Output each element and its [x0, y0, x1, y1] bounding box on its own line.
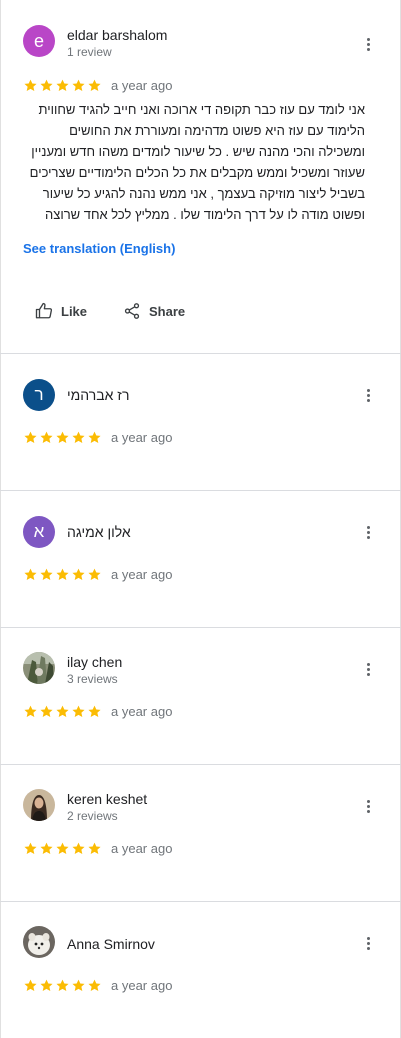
- star-icon: [56, 979, 69, 991]
- share-button[interactable]: Share: [123, 302, 185, 320]
- like-label: Like: [61, 303, 88, 319]
- star-icon: [56, 79, 69, 91]
- star-icon: [40, 568, 53, 580]
- review-text-line: בשביל ליצור מוזיקה בעצמך , אני ממש נהנה …: [42, 186, 365, 201]
- avatar-photo: [23, 926, 55, 958]
- avatar[interactable]: א: [23, 516, 55, 548]
- review-card: א אלון אמיגה a year ago: [0, 491, 401, 627]
- more-options-icon[interactable]: [358, 385, 378, 405]
- star-rating: [23, 841, 102, 856]
- more-options-icon[interactable]: [358, 659, 378, 679]
- review-time: a year ago: [111, 429, 173, 445]
- review-text-line: ופשוט מודה לו על דרך הלימוד שלו . ממליץ …: [45, 207, 365, 222]
- rating-row: a year ago: [23, 77, 172, 93]
- star-icon: [72, 79, 85, 91]
- review-text-line: שעוזר ומשכיל וממש מקבלים את כל הכלים הלי…: [29, 165, 365, 180]
- more-options-icon[interactable]: [358, 933, 378, 953]
- review-text-line: הלימוד עם עוז היא פשוט מדהימה ומעוררת את…: [69, 123, 365, 138]
- star-icon: [40, 979, 53, 991]
- more-options-icon[interactable]: [358, 522, 378, 542]
- star-icon: [56, 431, 69, 443]
- like-button[interactable]: Like: [35, 302, 87, 320]
- more-options-icon[interactable]: [358, 34, 378, 54]
- review-text: אני לומד עם עוז כבר תקופה די ארוכה ואני …: [23, 99, 365, 225]
- avatar-photo: [23, 652, 55, 684]
- thumbs-up-icon: [35, 302, 53, 319]
- star-icon: [40, 431, 53, 443]
- review-card: ilay chen 3 reviews a year ago: [0, 628, 401, 764]
- star-rating: [23, 567, 102, 582]
- reviewer-name[interactable]: אלון אמיגה: [67, 524, 131, 540]
- review-card: ר רז אברהמי a year ago: [0, 354, 401, 490]
- star-icon: [56, 842, 69, 854]
- star-icon: [72, 568, 85, 580]
- star-icon: [72, 842, 85, 854]
- avatar-photo: [23, 789, 55, 821]
- review-time: a year ago: [111, 977, 173, 993]
- avatar[interactable]: ר: [23, 379, 55, 411]
- rating-row: a year ago: [23, 840, 172, 856]
- avatar[interactable]: e: [23, 25, 55, 57]
- more-options-icon[interactable]: [358, 796, 378, 816]
- star-icon: [88, 705, 101, 717]
- review-count: 1 review: [67, 45, 112, 59]
- see-translation-link[interactable]: See translation (English): [23, 241, 175, 256]
- review-time: a year ago: [111, 840, 173, 856]
- star-icon: [88, 842, 101, 854]
- review-card: Anna Smirnov a year ago: [0, 902, 401, 1038]
- reviewer-name[interactable]: רז אברהמי: [67, 387, 130, 403]
- rating-row: a year ago: [23, 977, 172, 993]
- review-time: a year ago: [111, 566, 173, 582]
- star-icon: [24, 79, 37, 91]
- share-icon: [124, 303, 140, 319]
- review-time: a year ago: [111, 77, 173, 93]
- reviewer-name[interactable]: keren keshet: [67, 791, 147, 807]
- star-icon: [88, 79, 101, 91]
- review-time: a year ago: [111, 703, 173, 719]
- star-icon: [88, 431, 101, 443]
- star-rating: [23, 430, 102, 445]
- star-icon: [24, 842, 37, 854]
- star-icon: [24, 979, 37, 991]
- star-icon: [56, 568, 69, 580]
- star-rating: [23, 978, 102, 993]
- star-rating: [23, 78, 102, 93]
- star-icon: [24, 431, 37, 443]
- star-icon: [24, 568, 37, 580]
- review-card: e eldar barshalom 1 review a year ago אנ…: [0, 0, 401, 353]
- star-icon: [72, 431, 85, 443]
- reviewer-name[interactable]: eldar barshalom: [67, 27, 167, 43]
- review-count: 2 reviews: [67, 809, 118, 823]
- star-icon: [88, 568, 101, 580]
- avatar[interactable]: [23, 926, 55, 958]
- reviewer-name[interactable]: ilay chen: [67, 654, 122, 670]
- review-text-line: אני לומד עם עוז כבר תקופה די ארוכה ואני …: [38, 102, 365, 117]
- star-icon: [88, 979, 101, 991]
- star-icon: [40, 705, 53, 717]
- rating-row: a year ago: [23, 566, 172, 582]
- share-label: Share: [149, 303, 186, 319]
- star-icon: [24, 705, 37, 717]
- star-icon: [40, 842, 53, 854]
- avatar[interactable]: [23, 652, 55, 684]
- review-count: 3 reviews: [67, 672, 118, 686]
- review-card: keren keshet 2 reviews a year ago: [0, 765, 401, 901]
- reviewer-name[interactable]: Anna Smirnov: [67, 936, 155, 952]
- star-icon: [72, 705, 85, 717]
- avatar[interactable]: [23, 789, 55, 821]
- star-icon: [72, 979, 85, 991]
- rating-row: a year ago: [23, 429, 172, 445]
- review-text-line: ומשכילה והכי מהנה שיש . כל שיעור לומדים …: [31, 144, 365, 159]
- star-rating: [23, 704, 102, 719]
- rating-row: a year ago: [23, 703, 172, 719]
- star-icon: [40, 79, 53, 91]
- star-icon: [56, 705, 69, 717]
